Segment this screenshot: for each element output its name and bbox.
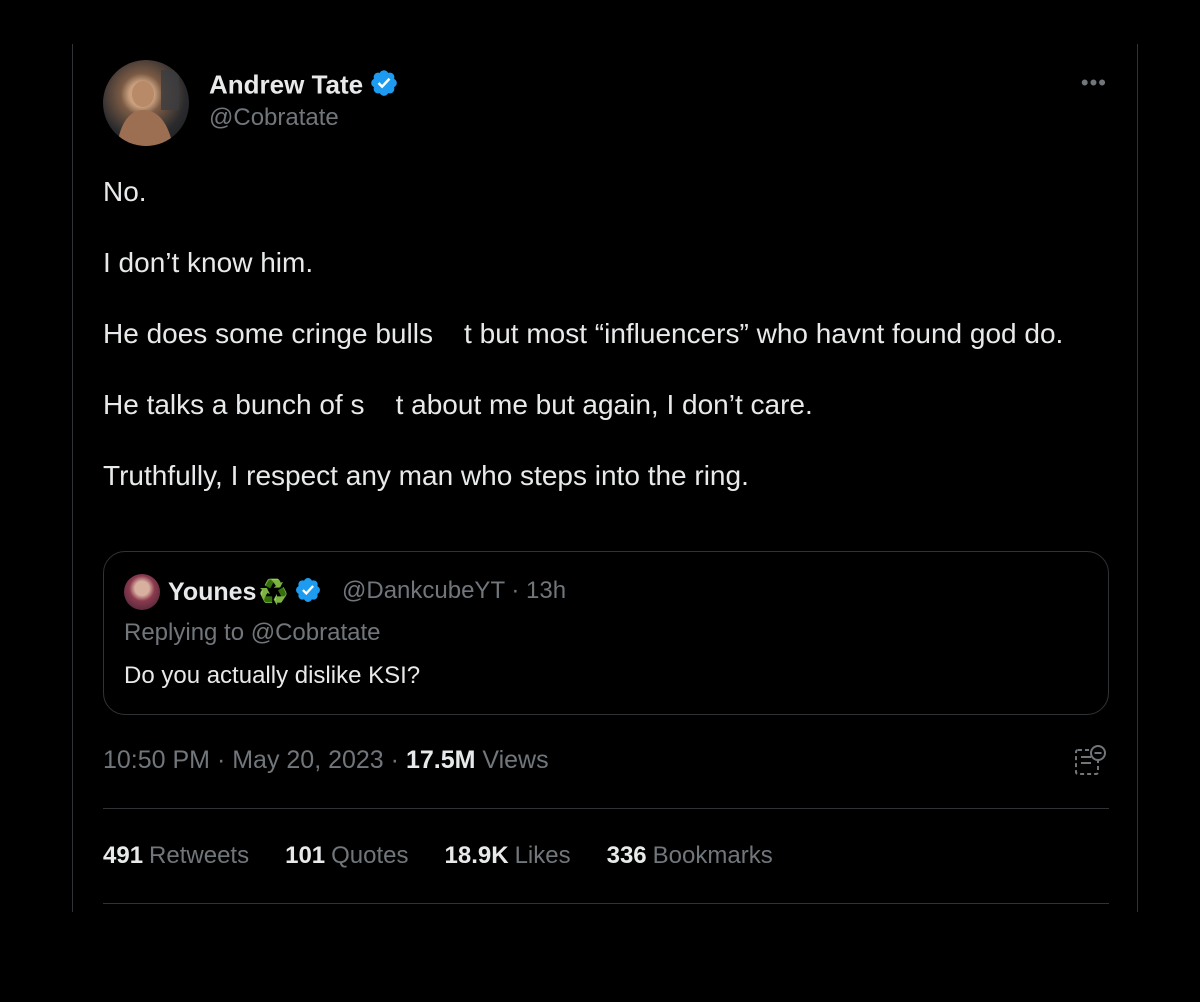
quotes-count: 101 [285,842,326,869]
tweet-paragraph: No. [103,176,147,207]
bookmarks-count: 336 [606,842,647,869]
likes-stat[interactable]: 18.9K Likes [445,842,571,870]
verified-badge-icon [369,68,399,105]
recycle-emoji-icon: ♻️ [258,579,289,607]
quoted-replying-to[interactable]: Replying to @Cobratate [124,619,381,647]
retweets-stat[interactable]: 491 Retweets [103,842,249,870]
bookmarks-stat[interactable]: 336 Bookmarks [607,842,773,870]
views-label: Views [475,746,549,774]
tweet-card: Andrew Tate @Cobratate ••• No. I don’t k… [72,44,1138,912]
verified-badge-icon [294,576,322,611]
more-options-icon[interactable]: ••• [1081,70,1107,96]
divider [103,808,1109,809]
profile-photo-icon [117,70,179,146]
quoted-tweet[interactable]: Younes♻️ @DankcubeYT · 13h Replying to @… [103,551,1109,715]
timestamp[interactable]: 10:50 PM · May 20, 2023 · [103,746,406,774]
quotes-stat[interactable]: 101 Quotes [285,842,408,870]
tweet-paragraph: He talks a bunch of s t about me but aga… [103,389,813,420]
quotes-label: Quotes [331,842,409,869]
author-display-name[interactable]: Andrew Tate [209,68,399,105]
tweet-paragraph: Truthfully, I respect any man who steps … [103,460,749,491]
quoted-handle-time[interactable]: @DankcubeYT · 13h [342,577,566,605]
quoted-name-text[interactable]: Younes [168,578,256,606]
tweet-text: No. I don’t know him. He does some cring… [103,174,1109,529]
tweet-paragraph: I don’t know him. [103,247,314,278]
retweets-label: Retweets [149,842,250,869]
likes-count: 18.9K [444,842,509,869]
quoted-author-name[interactable]: Younes♻️ [168,576,322,611]
author-handle[interactable]: @Cobratate [209,104,339,132]
tweet-paragraph: He does some cringe bulls t but most “in… [103,318,1064,349]
views-count: 17.5M [405,746,476,774]
author-avatar[interactable] [103,60,189,146]
divider [103,903,1109,904]
tweet-meta: 10:50 PM · May 20, 2023 · 17.5M Views [103,746,549,775]
author-name-text[interactable]: Andrew Tate [209,69,363,99]
bookmarks-label: Bookmarks [652,842,773,869]
likes-label: Likes [514,842,571,869]
engagement-stats: 491 Retweets 101 Quotes 18.9K Likes 336 Book… [103,842,773,870]
quoted-tweet-text: Do you actually dislike KSI? [124,662,421,689]
retweets-count: 491 [103,842,144,869]
analytics-icon[interactable] [1073,744,1107,783]
quoted-author-avatar[interactable] [124,574,160,610]
